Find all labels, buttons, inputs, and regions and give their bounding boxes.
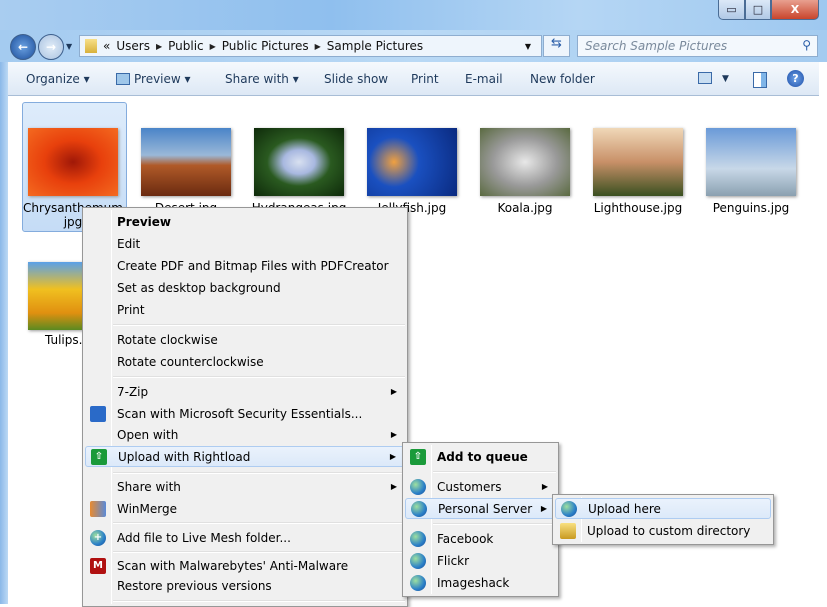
thumbnail-lighthouse[interactable] — [593, 128, 683, 196]
menu-separator — [113, 551, 405, 553]
minimize-button[interactable]: ▭ — [718, 0, 745, 20]
maximize-button[interactable]: □ — [745, 0, 771, 20]
menu-item-rotate-clockwise[interactable]: Rotate clockwise — [85, 329, 405, 350]
thumbnail-hydrangeas[interactable] — [254, 128, 344, 196]
breadcrumb-overflow[interactable]: « — [103, 39, 110, 53]
malwarebytes-icon: M — [90, 557, 106, 574]
personal-server-submenu: Upload here Upload to custom directory — [552, 494, 774, 545]
menu-item-facebook[interactable]: Facebook — [405, 528, 556, 549]
context-menu: Preview Edit Create PDF and Bitmap Files… — [82, 207, 408, 607]
breadcrumb-users[interactable]: Users — [116, 39, 150, 53]
menu-item-upload-with-rightload[interactable]: ⇧ Upload with Rightload ▶ — [85, 446, 405, 467]
menu-separator — [113, 376, 405, 378]
server-icon — [561, 500, 577, 517]
menu-item-personal-server[interactable]: Personal Server ▶ — [405, 498, 556, 519]
add-to-queue-icon: ⇧ — [410, 448, 426, 465]
address-dropdown-icon[interactable]: ▼ — [525, 42, 531, 51]
folder-icon — [85, 39, 97, 53]
breadcrumb-public[interactable]: Public — [168, 39, 204, 53]
server-icon — [410, 478, 426, 495]
email-button[interactable]: E-mail — [465, 72, 503, 86]
title-bar — [0, 0, 827, 30]
menu-item-rotate-counterclockwise[interactable]: Rotate counterclockwise — [85, 351, 405, 372]
menu-separator — [113, 324, 405, 326]
address-bar[interactable]: « Users ▶ Public ▶ Public Pictures ▶ Sample… — [79, 35, 542, 57]
menu-item-customers[interactable]: Customers ▶ — [405, 476, 556, 497]
thumbnail-koala[interactable] — [480, 128, 570, 196]
menu-item-share-with[interactable]: Share with ▶ — [85, 476, 405, 497]
breadcrumb-public-pictures[interactable]: Public Pictures — [222, 39, 309, 53]
search-input[interactable]: Search Sample Pictures ⚲ — [577, 35, 818, 57]
menu-item-flickr[interactable]: Flickr — [405, 550, 556, 571]
thumbnail-penguins[interactable] — [706, 128, 796, 196]
globe-icon — [410, 574, 426, 591]
refresh-button[interactable]: ⇆ — [543, 35, 570, 57]
back-arrow-icon: ← — [17, 40, 29, 54]
change-view-icon[interactable] — [698, 72, 712, 84]
winmerge-icon — [90, 500, 106, 517]
file-label-penguins[interactable]: Penguins.jpg — [701, 201, 801, 215]
menu-item-open-with[interactable]: Open with ▶ — [85, 424, 405, 445]
search-icon: ⚲ — [802, 38, 811, 52]
close-button[interactable]: X — [771, 0, 819, 20]
preview-button[interactable]: Preview ▾ — [116, 72, 191, 86]
rightload-upload-icon: ⇧ — [91, 448, 107, 465]
menu-item-print[interactable]: Print — [85, 299, 405, 320]
rightload-submenu: ⇧ Add to queue Customers ▶ Personal Server… — [402, 442, 559, 597]
file-label-lighthouse[interactable]: Lighthouse.jpg — [588, 201, 688, 215]
preview-pane-icon[interactable] — [753, 72, 767, 88]
menu-item-7zip[interactable]: 7-Zip ▶ — [85, 381, 405, 402]
slide-show-button[interactable]: Slide show — [324, 72, 388, 86]
menu-separator — [113, 472, 405, 474]
new-folder-button[interactable]: New folder — [530, 72, 595, 86]
menu-separator — [433, 471, 556, 473]
back-button[interactable]: ← — [10, 34, 36, 60]
menu-item-edit[interactable]: Edit — [85, 233, 405, 254]
menu-separator — [433, 523, 556, 525]
forward-arrow-icon: → — [45, 40, 57, 54]
thumbnail-jellyfish[interactable] — [367, 128, 457, 196]
menu-item-upload-custom-directory[interactable]: Upload to custom directory — [555, 520, 771, 541]
menu-item-create-pdf[interactable]: Create PDF and Bitmap Files with PDFCrea… — [85, 255, 405, 276]
recent-pages-dropdown[interactable]: ▼ — [66, 42, 72, 51]
thumbnail-chrysanthemum[interactable] — [28, 128, 118, 196]
thumbnail-desert[interactable] — [141, 128, 231, 196]
live-mesh-icon: + — [90, 529, 106, 546]
window-border — [0, 62, 8, 604]
forward-button[interactable]: → — [38, 34, 64, 60]
menu-item-winmerge[interactable]: WinMerge — [85, 498, 405, 519]
globe-icon — [410, 552, 426, 569]
file-label-koala[interactable]: Koala.jpg — [475, 201, 575, 215]
breadcrumb-sample-pictures[interactable]: Sample Pictures — [327, 39, 423, 53]
menu-item-imageshack[interactable]: Imageshack — [405, 572, 556, 593]
print-button[interactable]: Print — [411, 72, 439, 86]
folder-key-icon — [560, 522, 576, 539]
menu-item-restore-previous-versions[interactable]: Restore previous versions — [85, 575, 405, 596]
menu-item-live-mesh[interactable]: + Add file to Live Mesh folder... — [85, 527, 405, 548]
menu-item-upload-here[interactable]: Upload here — [555, 498, 771, 519]
server-icon — [411, 500, 427, 517]
menu-item-set-desktop-background[interactable]: Set as desktop background — [85, 277, 405, 298]
menu-item-malwarebytes[interactable]: M Scan with Malwarebytes' Anti-Malware — [85, 555, 405, 576]
globe-icon — [410, 530, 426, 547]
menu-separator — [113, 600, 405, 602]
menu-item-preview[interactable]: Preview — [85, 211, 405, 232]
command-bar: Organize ▾ Preview ▾ Share with ▾ Slide … — [8, 62, 819, 96]
help-icon[interactable]: ? — [787, 70, 804, 87]
preview-icon — [116, 73, 130, 85]
organize-button[interactable]: Organize ▾ — [26, 72, 90, 86]
menu-separator — [113, 522, 405, 524]
view-dropdown-icon[interactable]: ▼ — [722, 74, 729, 84]
security-essentials-icon — [90, 405, 106, 422]
menu-item-add-to-queue[interactable]: ⇧ Add to queue — [405, 446, 556, 467]
menu-item-scan-mse[interactable]: Scan with Microsoft Security Essentials.… — [85, 403, 405, 424]
share-with-button[interactable]: Share with ▾ — [225, 72, 299, 86]
